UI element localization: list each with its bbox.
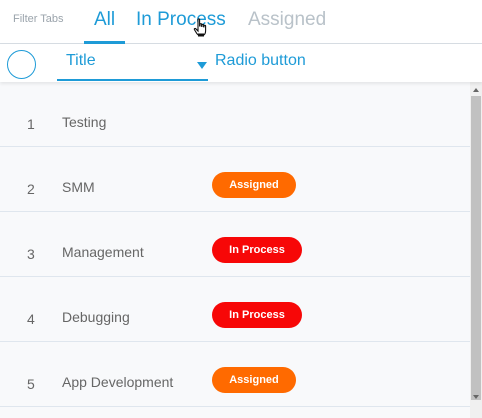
scroll-up-icon[interactable] [473, 88, 479, 92]
table-row[interactable]: 1 Testing [0, 82, 470, 147]
hand-pointer-icon [193, 18, 207, 37]
caret-down-icon[interactable] [197, 62, 207, 69]
tab-all[interactable]: All [94, 9, 115, 31]
row-number: 3 [27, 246, 35, 262]
title-column-underline [57, 79, 208, 81]
task-list: 1 Testing 2 SMM Assigned 3 Management In… [0, 82, 470, 418]
row-title: Testing [62, 114, 107, 130]
table-row[interactable]: 4 Debugging In Process [0, 277, 470, 342]
radio-button-column-header[interactable]: Radio button [215, 52, 306, 70]
select-all-radio[interactable] [7, 50, 36, 79]
row-title: SMM [62, 179, 95, 195]
tab-assigned[interactable]: Assigned [248, 9, 326, 31]
status-badge: Assigned [212, 172, 296, 198]
table-row[interactable]: 3 Management In Process [0, 212, 470, 277]
row-number: 4 [27, 311, 35, 327]
row-title: Management [62, 244, 144, 260]
table-row[interactable]: 5 App Development Assigned [0, 342, 470, 407]
title-column-header[interactable]: Title [66, 52, 96, 70]
row-title: App Development [62, 374, 174, 390]
status-badge: Assigned [212, 367, 296, 393]
row-title: Debugging [62, 309, 130, 325]
row-number: 1 [27, 116, 35, 132]
filter-tabs-label: Filter Tabs [13, 13, 64, 25]
status-badge: In Process [212, 302, 302, 328]
row-number: 2 [27, 181, 35, 197]
list-header: Title Radio button [0, 44, 482, 82]
row-number: 5 [27, 376, 35, 392]
table-row[interactable]: 2 SMM Assigned [0, 147, 470, 212]
status-badge: In Process [212, 237, 302, 263]
vertical-scrollbar[interactable] [470, 82, 482, 418]
filter-tabs-bar: Filter Tabs All In Process Assigned [0, 0, 482, 44]
scrollbar-thumb[interactable] [471, 96, 481, 400]
scroll-down-icon[interactable] [473, 395, 479, 399]
tab-in-process[interactable]: In Process [136, 9, 226, 31]
